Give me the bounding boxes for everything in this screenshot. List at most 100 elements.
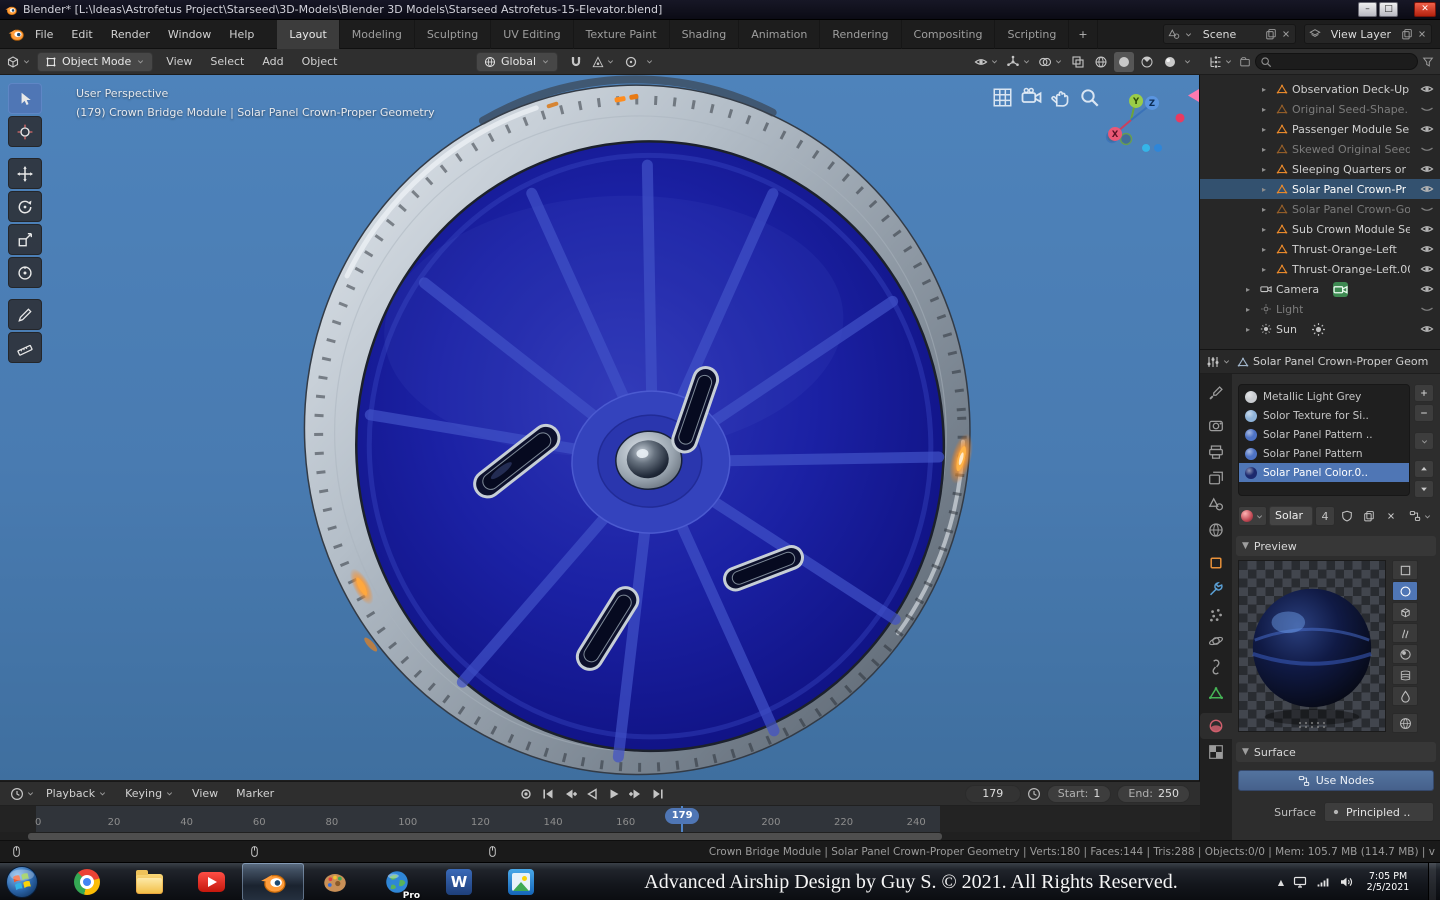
frame-start-field[interactable]: Start:1 xyxy=(1047,785,1112,803)
viewport-menu-view[interactable]: View xyxy=(157,49,201,75)
outliner-row[interactable]: ▸Thrust-Orange-Left.00 xyxy=(1200,259,1440,279)
preview-type-hair[interactable] xyxy=(1392,623,1418,643)
properties-editor-type-button[interactable] xyxy=(1204,352,1233,372)
timeline-menu-playback[interactable]: Playback xyxy=(37,782,116,806)
node-tree-button[interactable] xyxy=(1407,506,1434,526)
material-slot[interactable]: Solar Panel Pattern xyxy=(1239,444,1409,463)
taskbar-app-youtube[interactable] xyxy=(180,863,242,900)
new-material-button[interactable] xyxy=(1359,506,1379,526)
outliner-row[interactable]: ▸Camera xyxy=(1200,279,1440,299)
properties-tab-particles[interactable] xyxy=(1200,602,1232,628)
add-slot-button[interactable] xyxy=(1414,384,1434,402)
taskbar-app-paint[interactable] xyxy=(304,863,366,900)
tray-clock[interactable]: 7:05 PM 2/5/2021 xyxy=(1362,871,1414,893)
view-layer-selector[interactable]: View Layer xyxy=(1304,24,1432,44)
new-view-layer-icon[interactable] xyxy=(1401,28,1413,40)
shading-material-button[interactable] xyxy=(1137,52,1157,72)
eye-closed-icon[interactable] xyxy=(1420,142,1434,156)
show-object-types-dropdown[interactable] xyxy=(972,52,1001,72)
timeline-menu-view[interactable]: View xyxy=(183,782,227,806)
preview-type-fluid[interactable] xyxy=(1392,686,1418,706)
timeline-ruler[interactable]: 020406080100120140160200220240 xyxy=(0,806,1200,832)
preview-type-shaderball[interactable] xyxy=(1392,644,1418,664)
minimize-button[interactable]: – xyxy=(1358,2,1377,17)
menu-render[interactable]: Render xyxy=(102,20,159,49)
shading-rendered-button[interactable] xyxy=(1160,52,1180,72)
mode-dropdown[interactable]: Object Mode xyxy=(37,52,153,72)
material-users-button[interactable]: 4 xyxy=(1315,506,1335,526)
timeline-editor-type-button[interactable] xyxy=(8,784,37,804)
slot-specials-menu[interactable] xyxy=(1414,432,1434,450)
eye-open-icon[interactable] xyxy=(1420,242,1434,256)
timeline-menu-keying[interactable]: Keying xyxy=(116,782,183,806)
preview-type-sphere[interactable] xyxy=(1392,581,1418,601)
properties-tab-physics[interactable] xyxy=(1200,628,1232,654)
preview-type-cube[interactable] xyxy=(1392,602,1418,622)
workspace-tab-compositing[interactable]: Compositing xyxy=(902,20,996,49)
timeline-menu-marker[interactable]: Marker xyxy=(227,782,283,806)
workspace-tab-rendering[interactable]: Rendering xyxy=(820,20,901,49)
taskbar-app-chrome[interactable] xyxy=(56,863,118,900)
tool-transform[interactable] xyxy=(8,257,42,288)
expand-arrow-icon[interactable]: ▸ xyxy=(1262,185,1272,194)
eye-open-icon[interactable] xyxy=(1420,182,1434,196)
eye-open-icon[interactable] xyxy=(1420,82,1434,96)
outliner-row[interactable]: ▸Skewed Original Seed xyxy=(1200,139,1440,159)
expand-arrow-icon[interactable]: ▸ xyxy=(1262,205,1272,214)
shading-solid-button[interactable] xyxy=(1114,52,1134,72)
remove-slot-button[interactable] xyxy=(1414,404,1434,422)
preview-panel-header[interactable]: ▼Preview xyxy=(1236,536,1436,556)
eye-open-icon[interactable] xyxy=(1420,122,1434,136)
tool-measure[interactable] xyxy=(8,332,42,363)
outliner-row[interactable]: ▸Original Seed-Shape. xyxy=(1200,99,1440,119)
material-slot[interactable]: Solar Panel Color.0.. xyxy=(1239,463,1409,482)
tool-cursor[interactable] xyxy=(8,116,42,147)
eye-open-icon[interactable] xyxy=(1420,162,1434,176)
unlink-scene-icon[interactable] xyxy=(1281,29,1291,39)
prev-keyframe-button[interactable] xyxy=(560,784,580,804)
properties-tab-tool[interactable] xyxy=(1200,380,1232,406)
workspace-tab-shading[interactable]: Shading xyxy=(670,20,740,49)
preview-range-clock-icon[interactable] xyxy=(1027,787,1041,801)
workspace-tab-layout[interactable]: Layout xyxy=(277,20,339,49)
maximize-button[interactable]: □ xyxy=(1379,2,1398,17)
gizmos-dropdown[interactable] xyxy=(1004,52,1033,72)
expand-arrow-icon[interactable]: ▸ xyxy=(1262,125,1272,134)
show-desktop-button[interactable] xyxy=(1428,863,1436,900)
menu-window[interactable]: Window xyxy=(159,20,220,49)
next-keyframe-button[interactable] xyxy=(626,784,646,804)
snap-target-dropdown[interactable] xyxy=(590,52,617,72)
3d-viewport[interactable]: X Y Z User Perspective (179) Crown Bridg… xyxy=(0,75,1200,781)
unlink-material-button[interactable] xyxy=(1381,506,1401,526)
preview-type-world[interactable] xyxy=(1392,713,1418,733)
jump-end-button[interactable] xyxy=(648,784,668,804)
snap-toggle[interactable] xyxy=(566,52,586,72)
pan-hand-icon[interactable] xyxy=(1050,87,1071,108)
properties-tab-object[interactable] xyxy=(1200,550,1232,576)
orientation-dropdown[interactable]: Global xyxy=(476,52,558,72)
viewport-menu-add[interactable]: Add xyxy=(253,49,292,75)
menu-help[interactable]: Help xyxy=(220,20,263,49)
expand-arrow-icon[interactable]: ▸ xyxy=(1262,85,1272,94)
outliner-row[interactable]: ▸Light xyxy=(1200,299,1440,319)
properties-tab-render[interactable] xyxy=(1200,413,1232,439)
material-slot[interactable]: Metallic Light Grey xyxy=(1239,387,1409,406)
tool-move[interactable] xyxy=(8,158,42,189)
eye-open-icon[interactable] xyxy=(1420,282,1434,296)
move-slot-up-button[interactable] xyxy=(1414,460,1434,478)
scrollbar-thumb[interactable] xyxy=(28,833,942,840)
expand-arrow-icon[interactable]: ▸ xyxy=(1246,305,1256,314)
workspace-tab-animation[interactable]: Animation xyxy=(739,20,820,49)
tool-scale[interactable] xyxy=(8,224,42,255)
properties-tab-texture[interactable] xyxy=(1200,739,1232,765)
properties-tab-material[interactable] xyxy=(1200,713,1232,739)
properties-tab-modifiers[interactable] xyxy=(1200,576,1232,602)
menu-file[interactable]: File xyxy=(26,20,62,49)
viewport-menu-object[interactable]: Object xyxy=(293,49,347,75)
outliner-row[interactable]: ▸Sleeping Quarters or xyxy=(1200,159,1440,179)
tool-annotate[interactable] xyxy=(8,299,42,330)
expand-arrow-icon[interactable]: ▸ xyxy=(1262,265,1272,274)
editor-type-button[interactable] xyxy=(4,52,33,72)
move-slot-down-button[interactable] xyxy=(1414,480,1434,498)
preview-type-cloth[interactable] xyxy=(1392,665,1418,685)
